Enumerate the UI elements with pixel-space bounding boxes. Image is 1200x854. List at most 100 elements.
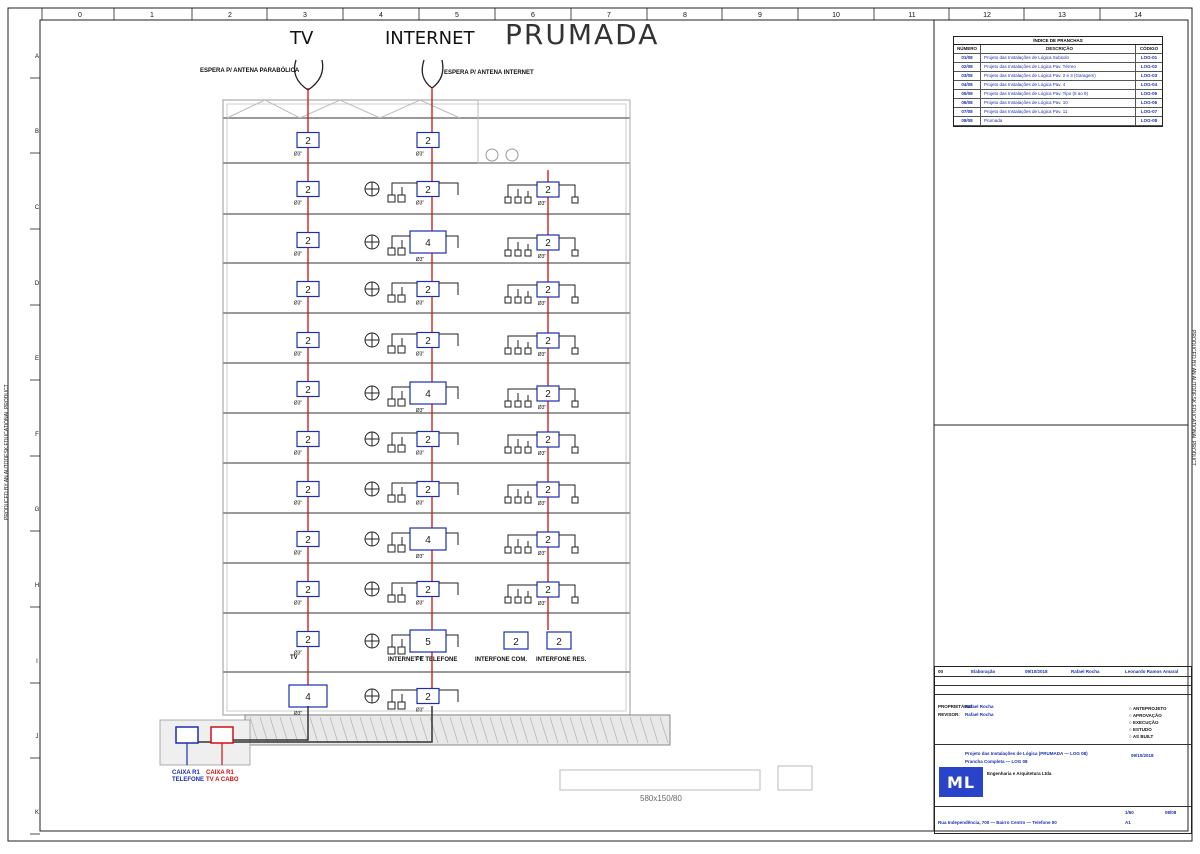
tv-box-count: 2 [305, 136, 311, 147]
outlet-icon [387, 544, 396, 553]
internet-box-count: 2 [425, 336, 431, 347]
tv-box-count: 2 [305, 336, 311, 347]
sheet-index-row: 06/08 Projeto das Instalações de Lógica P… [954, 99, 1162, 108]
sheet-index-columns: NÚMERO DESCRIÇÃO CÓDIGO [954, 45, 1162, 54]
pipe-size-label: Ø3" [416, 301, 425, 307]
grid-letter: E [35, 356, 39, 362]
grid-letter: K [35, 810, 39, 816]
outlet-icon [387, 345, 396, 354]
grid-number: 14 [1134, 12, 1142, 19]
slab-detail [559, 769, 761, 791]
pipe-size-label: Ø3" [294, 401, 303, 407]
tb-rev-date: 09/10/2018 [1025, 669, 1048, 674]
water-tank-icon [505, 148, 519, 162]
intercom-box-count: 2 [545, 285, 551, 296]
tb-company: Engenharia e Arquitetura Ltda [987, 771, 1052, 776]
intercom-box-count: 2 [545, 435, 551, 446]
sheet-description: Projeto das Instalações de Lógica Pav. T… [981, 90, 1136, 98]
tb-date: 09/10/2018 [1131, 753, 1154, 758]
intercom-outlet-icon [504, 249, 512, 257]
intercom-outlet-icon [504, 596, 512, 604]
intercom-outlet-icon [514, 546, 522, 554]
internet-antenna-icon [421, 59, 444, 89]
grid-letter: F [35, 432, 39, 438]
tv-box-count: 2 [305, 485, 311, 496]
tv-antenna-label: ESPERA P/ ANTENA PARABÓLICA [200, 68, 300, 74]
tb-author: Rafael Rocha [1071, 669, 1100, 674]
grid-number: 11 [908, 12, 915, 19]
intercom-outlet-icon [571, 296, 579, 304]
outlet-icon [387, 294, 396, 303]
outlet-icon [397, 594, 406, 603]
tv-box-count: 2 [305, 285, 311, 296]
intercom-outlet-icon [524, 596, 532, 604]
pipe-size-label: Ø3" [416, 451, 425, 457]
outlet-icon [387, 701, 396, 710]
grid-number: 2 [228, 12, 232, 19]
sheet-index-row: 03/08 Projeto das Instalações de Lógica P… [954, 72, 1162, 81]
pipe-size-label: Ø3" [294, 352, 303, 358]
tb-scale: 1/50 [1125, 810, 1134, 815]
sheet-number: 07/08 [954, 108, 981, 116]
pipe-size-label: Ø3" [538, 451, 547, 457]
tv-box-count: 2 [305, 236, 311, 247]
sheet-index-row: 01/08 Projeto das Instalações de Lógica S… [954, 54, 1162, 63]
outlet-icon [397, 294, 406, 303]
intercom-box-count: 2 [545, 485, 551, 496]
grid-number: 10 [832, 12, 840, 19]
tb-reviewer: Rafael Rocha [965, 712, 994, 717]
pipe-size-label: Ø3" [294, 301, 303, 307]
intercom-box-count: 2 [545, 238, 551, 249]
grid-letter: C [35, 205, 40, 211]
intercom-outlet-icon [504, 446, 512, 454]
stage-option: APROVAÇÃO [1132, 713, 1162, 718]
intercom-outlet-icon [524, 400, 532, 408]
page-title: PRUMADA [505, 18, 660, 51]
tb-approver: Leonardo Ramos Amaral [1125, 669, 1179, 674]
internet-box-count: 2 [425, 285, 431, 296]
pipe-size-label: Ø3" [294, 152, 303, 158]
internet-box-count: 2 [425, 435, 431, 446]
sheet-index-row: 04/08 Projeto das Instalações de Lógica P… [954, 81, 1162, 90]
intercom-outlet-icon [524, 496, 532, 504]
sheet-number: 02/08 [954, 63, 981, 71]
col-descricao: DESCRIÇÃO [981, 45, 1136, 53]
stage-option-row: ○ APROVAÇÃO [1129, 712, 1189, 719]
interfone-res-label: INTERFONE RES. [536, 657, 587, 663]
intercom-outlet-icon [514, 296, 522, 304]
water-tank-icon [485, 148, 499, 162]
sheet-description: Projeto das Instalações de Lógica Pav. 4 [981, 81, 1136, 89]
grid-number: 13 [1058, 12, 1066, 19]
tv-ground-label: TV [290, 655, 298, 661]
intercom-outlet-icon [524, 249, 532, 257]
sheet-code: LOG-05 [1140, 91, 1158, 96]
pipe-size-label: Ø3" [538, 551, 547, 557]
internet-antenna-label: ESPERA P/ ANTENA INTERNET [444, 70, 534, 76]
title-block: 00 Elaboração 09/10/2018 Rafael Rocha Le… [934, 666, 1192, 834]
sheet-description: Projeto das Instalações de Lógica Pav. 2… [981, 72, 1136, 80]
slab-detail-2 [777, 765, 813, 791]
pipe-size-label: Ø3" [538, 254, 547, 260]
sheet-code: LOG-07 [1140, 109, 1158, 114]
tv-antenna-icon [293, 59, 324, 91]
tv-box-count: 2 [305, 435, 311, 446]
intercom-box-count: 2 [545, 585, 551, 596]
sheet-index-row: 07/08 Projeto das Instalações de Lógica P… [954, 108, 1162, 117]
pipe-size-label: Ø3" [294, 501, 303, 507]
outlet-icon [397, 646, 406, 655]
grid-number: 9 [758, 12, 762, 19]
tv-box-count: 2 [305, 385, 311, 396]
pipe-size-label: Ø3" [416, 201, 425, 207]
grid-number: 12 [983, 12, 991, 19]
outlet-icon [387, 494, 396, 503]
outlet-icon [387, 398, 396, 407]
intercom-outlet-icon [524, 546, 532, 554]
intercom-box-count: 2 [556, 637, 562, 648]
grid-number: 8 [683, 12, 687, 19]
internet-box-count: 4 [425, 238, 431, 249]
pipe-size-label: Ø3" [294, 601, 303, 607]
pipe-size-label: Ø3" [294, 451, 303, 457]
intercom-outlet-icon [504, 546, 512, 554]
sheet-code: LOG-03 [1140, 73, 1158, 78]
outlet-icon [397, 398, 406, 407]
